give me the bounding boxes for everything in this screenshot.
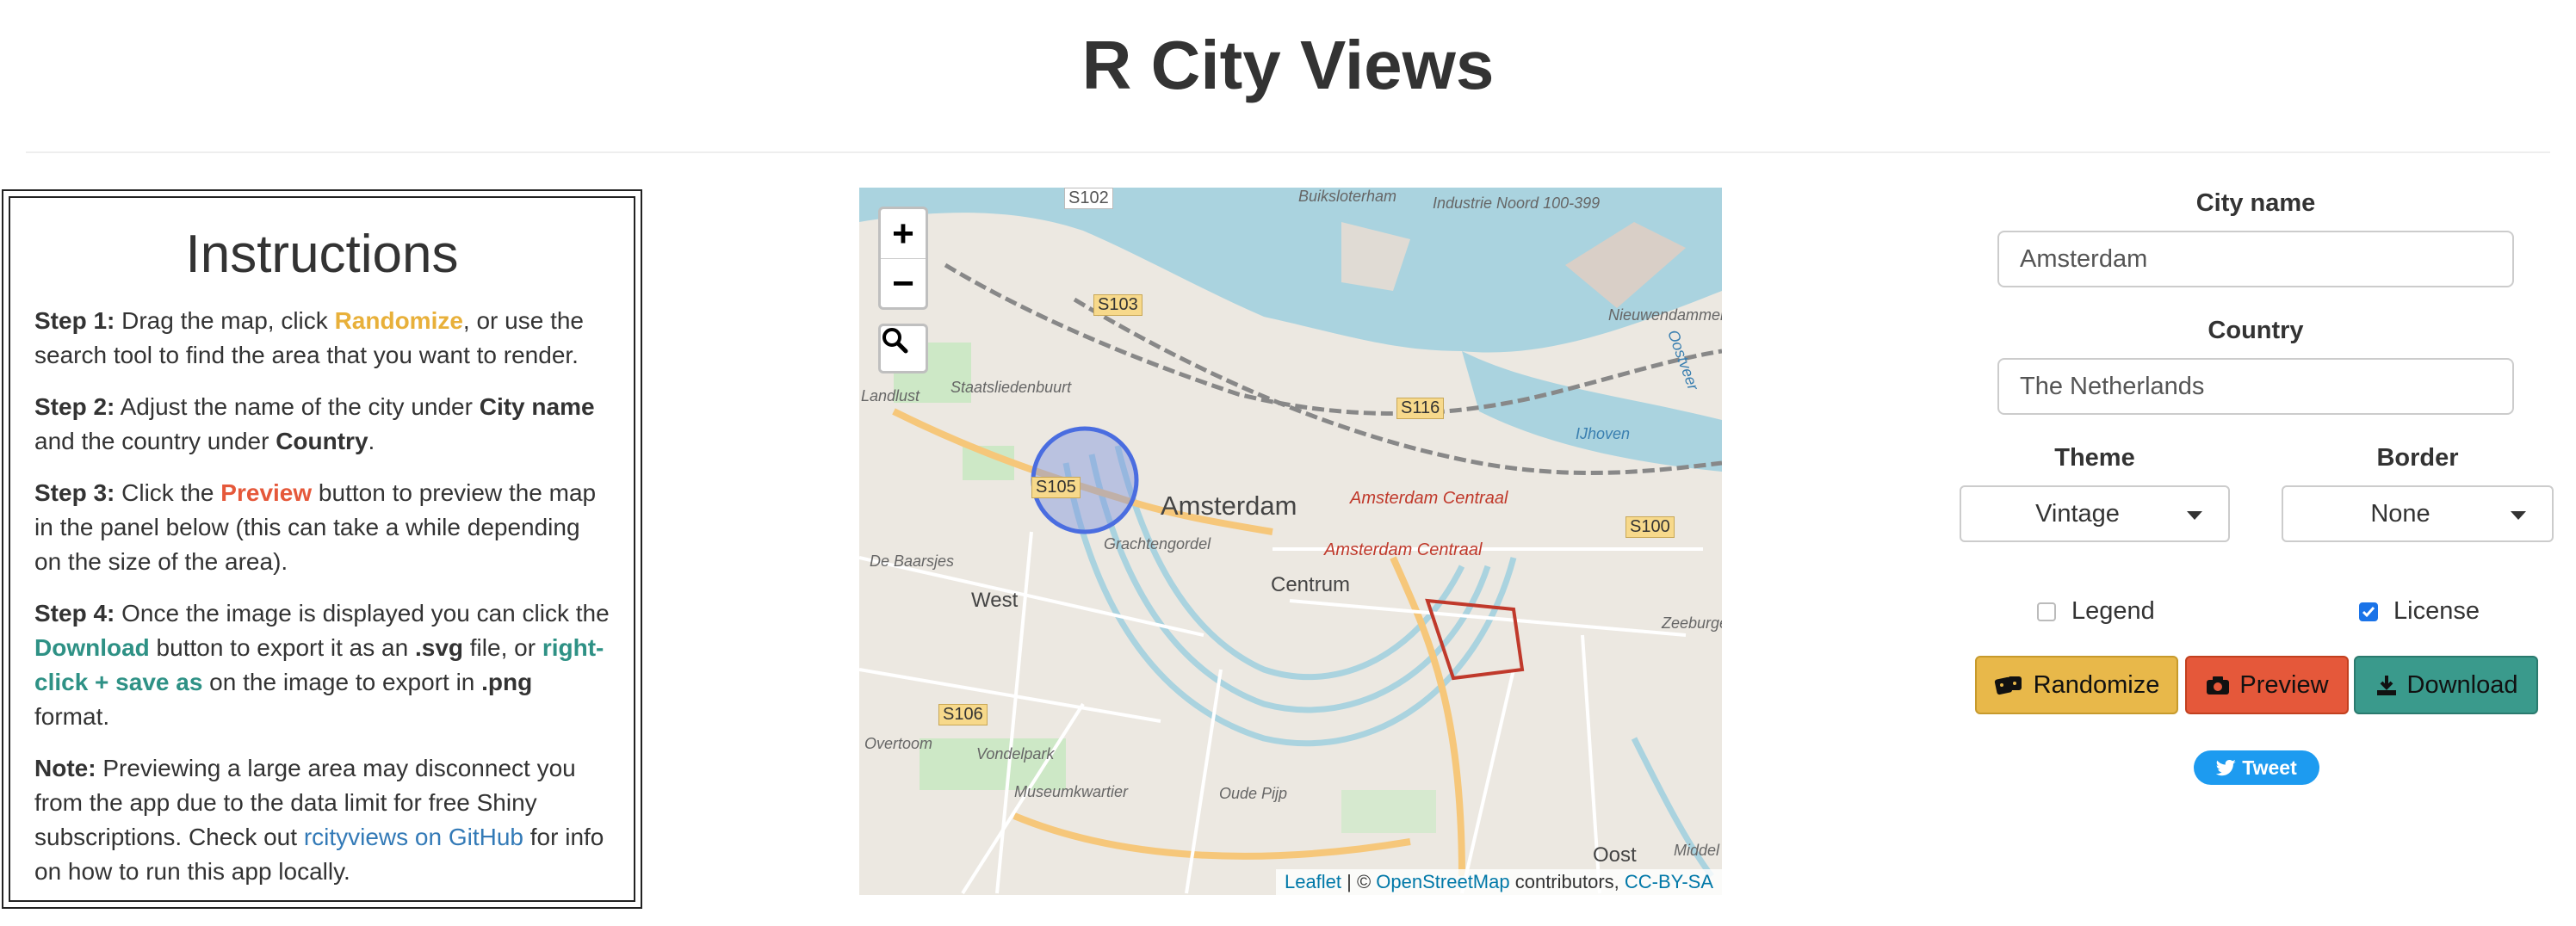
- city-name-label: City name: [2195, 189, 2316, 217]
- map-label-industrie-noord: Industrie Noord 100-399: [1433, 194, 1601, 212]
- map-view[interactable]: S102 S103 S116 S105 S100 S106 Amsterdam …: [859, 188, 1722, 895]
- map-label-buiksloterham: Buiksloterham: [1298, 188, 1397, 205]
- map-label-vondelpark: Vondelpark: [976, 745, 1055, 762]
- legend-checkbox-box[interactable]: [2037, 602, 2056, 621]
- note: Note: Previewing a large area may discon…: [34, 755, 604, 885]
- github-link[interactable]: rcityviews on GitHub: [304, 824, 523, 850]
- tweet-button[interactable]: Tweet: [2194, 750, 2319, 785]
- instructions-heading: Instructions: [185, 225, 459, 284]
- map-label-s103: S103: [1093, 294, 1142, 316]
- map-label-amsterdam-centraal: Amsterdam Centraal: [1350, 489, 1508, 508]
- step-3: Step 3: Click the Preview button to prev…: [34, 479, 597, 575]
- leaflet-link[interactable]: Leaflet: [1285, 871, 1341, 892]
- step-2: Step 2: Adjust the name of the city unde…: [34, 393, 595, 454]
- license-checkbox-box[interactable]: [2359, 602, 2378, 621]
- download-button[interactable]: Download: [2354, 656, 2538, 714]
- map-label-grachtengordel: Grachtengordel: [1104, 535, 1211, 553]
- legend-checkbox[interactable]: Legend: [2037, 597, 2155, 626]
- map-label-west: West: [971, 589, 1019, 612]
- download-icon: [2376, 676, 2396, 695]
- randomize-button[interactable]: Randomize: [1975, 656, 2178, 714]
- map-label-overtoom: Overtoom: [864, 735, 933, 752]
- map-label-amsterdam-centraal-2: Amsterdam Centraal: [1324, 540, 1483, 559]
- chevron-down-icon: [2511, 511, 2526, 520]
- license-checkbox[interactable]: License: [2359, 597, 2480, 626]
- map-label-museumkwartier: Museumkwartier: [1014, 783, 1129, 800]
- country-input[interactable]: [1997, 358, 2514, 415]
- map-label-centrum: Centrum: [1271, 573, 1351, 596]
- country-label: Country: [2208, 317, 2304, 344]
- map-label-s116: S116: [1396, 398, 1445, 419]
- map-search-button[interactable]: [878, 324, 928, 373]
- map-label-s106: S106: [938, 704, 988, 725]
- zoom-control: + −: [878, 207, 928, 310]
- license-link[interactable]: CC-BY-SA: [1625, 871, 1713, 892]
- map-label-s100: S100: [1625, 516, 1675, 538]
- map-label-oude-pijp: Oude Pijp: [1219, 785, 1288, 802]
- map-label-zeeburge: Zeeburge: [1662, 614, 1722, 632]
- city-name-input[interactable]: [1997, 231, 2514, 287]
- zoom-out-button[interactable]: −: [881, 258, 926, 308]
- theme-select[interactable]: Vintage: [1960, 485, 2230, 542]
- preview-button[interactable]: Preview: [2185, 656, 2349, 714]
- border-label: Border: [2376, 444, 2459, 472]
- map-label-amsterdam: Amsterdam: [1161, 491, 1297, 521]
- osm-link[interactable]: OpenStreetMap: [1376, 871, 1509, 892]
- map-tiles: [859, 188, 1722, 895]
- title-divider: [26, 151, 2550, 153]
- map-label-s105: S105: [1031, 477, 1081, 498]
- map-label-middel: Middel: [1674, 842, 1720, 859]
- app-title: R City Views: [1081, 27, 1495, 103]
- border-select[interactable]: None: [2282, 485, 2554, 542]
- magnifier-icon: [882, 328, 908, 354]
- dice-icon: [1994, 676, 2022, 695]
- map-label-ijhoven: IJhoven: [1576, 425, 1631, 442]
- chevron-down-icon: [2187, 511, 2202, 520]
- twitter-bird-icon: [2216, 760, 2237, 776]
- theme-label: Theme: [2054, 444, 2135, 472]
- step-4: Step 4: Once the image is displayed you …: [34, 600, 610, 730]
- check-icon: [2362, 606, 2375, 617]
- step-1: Step 1: Drag the map, click Randomize, o…: [34, 307, 585, 368]
- instructions-panel: Instructions Step 1: Drag the map, click…: [2, 189, 642, 909]
- map-label-de-baarsjes: De Baarsjes: [870, 553, 955, 570]
- map-label-s102: S102: [1064, 188, 1113, 209]
- map-attribution: Leaflet | © OpenStreetMap contributors, …: [1275, 869, 1722, 895]
- map-label-staatsliedenbuurt: Staatsliedenbuurt: [951, 379, 1072, 396]
- camera-icon: [2207, 676, 2230, 694]
- map-label-landlust: Landlust: [861, 387, 920, 404]
- zoom-in-button[interactable]: +: [881, 209, 926, 258]
- map-label-oost: Oost: [1593, 843, 1637, 867]
- map-label-nieuwendammerhe: Nieuwendammerhe: [1608, 306, 1722, 324]
